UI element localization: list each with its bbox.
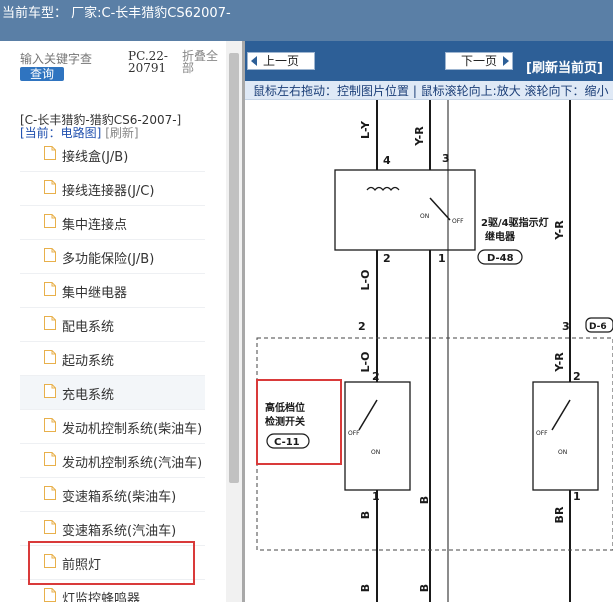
tree-item-label: 多功能保险(J/B) xyxy=(62,252,155,267)
diagram-viewer: 上一页 下一页 [刷新当前页] 鼠标左右拖动：控制图片位置 | 鼠标滚轮向上:放… xyxy=(245,41,613,602)
pin-number: 1 xyxy=(372,490,380,503)
wire-label: Y-R xyxy=(553,352,566,373)
document-icon xyxy=(44,214,56,228)
document-icon xyxy=(44,418,56,432)
tree-item-central-relay[interactable]: 集中继电器 xyxy=(20,274,205,308)
wire-label: L-Y xyxy=(359,120,372,139)
tree-item-power-distribution[interactable]: 配电系统 xyxy=(20,308,205,342)
query-button[interactable]: 查询 xyxy=(20,67,64,81)
pin-number: 2 xyxy=(383,252,391,265)
document-icon xyxy=(44,282,56,296)
prev-page-label: 上一页 xyxy=(262,54,299,68)
document-icon xyxy=(44,588,56,602)
document-icon xyxy=(44,316,56,330)
highlight-annotation xyxy=(28,541,195,585)
wire-label: Y-R xyxy=(553,220,566,241)
document-icon xyxy=(44,384,56,398)
hint-bar: 鼠标左右拖动：控制图片位置 | 鼠标滚轮向上:放大 滚轮向下：缩小 xyxy=(245,81,613,100)
tree-item-junction-box[interactable]: 接线盒(J/B) xyxy=(20,138,205,172)
document-icon xyxy=(44,520,56,534)
tree-item-engine-control-diesel[interactable]: 发动机控制系统(柴油车) xyxy=(20,410,205,444)
switch-state: ON xyxy=(371,449,380,456)
next-page-button[interactable]: 下一页 xyxy=(445,52,513,70)
tree-item-engine-control-gasoline[interactable]: 发动机控制系统(汽油车) xyxy=(20,444,205,478)
fold-all-link[interactable]: 折叠全部 xyxy=(182,50,222,74)
tree-item-label: 配电系统 xyxy=(62,320,115,335)
tree-item-label: 变速箱系统(汽油车) xyxy=(62,524,177,539)
sidebar-scrollbar[interactable] xyxy=(226,41,242,602)
tree-item-label: 集中继电器 xyxy=(62,286,128,301)
wiring-diagram[interactable]: L-Y Y-R Y-R L-O L-O Y-R B B B B BR 4 3 2… xyxy=(245,100,613,602)
pin-number: 2 xyxy=(573,370,581,383)
tree-item-charging-system[interactable]: 充电系统 xyxy=(20,376,205,410)
pin-number: 4 xyxy=(383,154,391,167)
relay-code: D-48 xyxy=(487,253,514,264)
viewer-navbar: 上一页 下一页 [刷新当前页] xyxy=(245,41,613,81)
wire-label: B xyxy=(418,496,431,504)
pin-number: 1 xyxy=(573,490,581,503)
wire-label: B xyxy=(359,511,372,519)
tree-item-label: 灯监控蜂鸣器 xyxy=(62,592,141,602)
tree-item-label: 接线盒(J/B) xyxy=(62,150,129,165)
circuit-tree: 接线盒(J/B) 接线连接器(J/C) 集中连接点 多功能保险(J/B) 集中继… xyxy=(20,138,205,602)
document-icon xyxy=(44,180,56,194)
relay-name: 2驱/4驱指示灯 xyxy=(481,216,549,229)
pin-number: 2 xyxy=(358,320,366,333)
wire-label: B xyxy=(359,584,372,592)
tree-item-label: 发动机控制系统(柴油车) xyxy=(62,422,203,437)
pin-number: 3 xyxy=(562,320,570,333)
sidebar: 查询 PC.22-20791 折叠全部 [C-长丰猎豹-猎豹CS6-2007-]… xyxy=(0,41,242,602)
switch-state: OFF xyxy=(536,430,548,437)
document-icon xyxy=(44,452,56,466)
arrow-left-icon xyxy=(251,56,257,66)
prev-page-button[interactable]: 上一页 xyxy=(247,52,315,70)
pc-code-label: PC.22-20791 xyxy=(128,49,168,75)
switch-state: OFF xyxy=(348,430,360,437)
connector-code: D-6 xyxy=(589,322,607,332)
switch-code: C-11 xyxy=(274,437,300,448)
mouse-hint-text: 鼠标左右拖动：控制图片位置 | 鼠标滚轮向上:放大 滚轮向下：缩小 xyxy=(253,84,609,98)
wire-label: Y-R xyxy=(413,126,426,147)
switch-name: 高低档位 xyxy=(265,401,305,414)
relay-name: 继电器 xyxy=(485,230,516,243)
pin-number: 1 xyxy=(438,252,446,265)
wire-label: BR xyxy=(553,506,566,523)
wire-label: L-O xyxy=(359,270,372,291)
document-icon xyxy=(44,486,56,500)
pin-number: 3 xyxy=(442,152,450,165)
keyword-search-input[interactable] xyxy=(20,51,120,67)
scrollbar-thumb[interactable] xyxy=(229,53,239,483)
relay-state: ON xyxy=(420,213,429,220)
pin-number: 2 xyxy=(372,370,380,383)
top-bar: 当前车型： 厂家:C-长丰猎豹CS62007- xyxy=(0,0,613,41)
arrow-right-icon xyxy=(503,56,509,66)
relay-state: OFF xyxy=(452,218,464,225)
tree-item-label: 接线连接器(J/C) xyxy=(62,184,155,199)
document-icon xyxy=(44,146,56,160)
tree-item-label: 变速箱系统(柴油车) xyxy=(62,490,177,505)
tree-item-label: 起动系统 xyxy=(62,354,115,369)
wire-label: B xyxy=(418,584,431,592)
document-icon xyxy=(44,248,56,262)
tree-item-label: 发动机控制系统(汽油车) xyxy=(62,456,203,471)
tree-item-multi-fuse[interactable]: 多功能保险(J/B) xyxy=(20,240,205,274)
tree-item-label: 集中连接点 xyxy=(62,218,128,233)
switch-state: ON xyxy=(558,449,567,456)
switch-name: 检测开关 xyxy=(265,415,305,428)
document-icon xyxy=(44,350,56,364)
current-vehicle-title: 当前车型： 厂家:C-长丰猎豹CS62007- xyxy=(2,6,231,21)
tree-item-label: 充电系统 xyxy=(62,388,115,403)
wire-label: L-O xyxy=(359,352,372,373)
next-page-label: 下一页 xyxy=(460,54,497,68)
tree-item-central-connection-point[interactable]: 集中连接点 xyxy=(20,206,205,240)
tree-item-transmission-diesel[interactable]: 变速箱系统(柴油车) xyxy=(20,478,205,512)
refresh-page-link[interactable]: [刷新当前页] xyxy=(526,57,603,76)
tree-item-starting-system[interactable]: 起动系统 xyxy=(20,342,205,376)
tree-item-junction-connector[interactable]: 接线连接器(J/C) xyxy=(20,172,205,206)
